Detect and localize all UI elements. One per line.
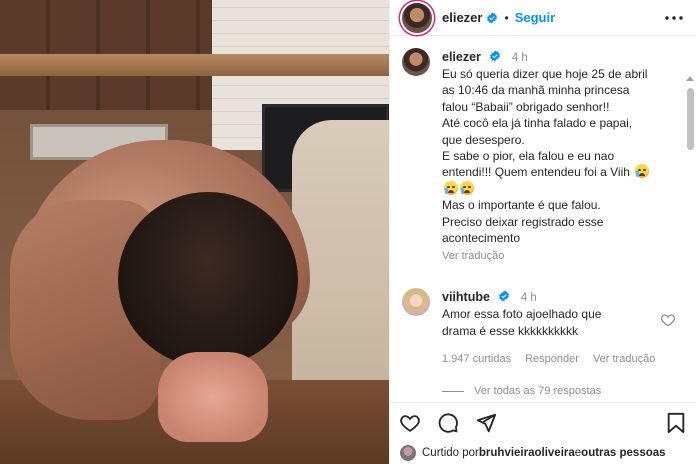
caption-line: que desespero. [442,132,525,147]
author-avatar[interactable] [402,2,432,33]
clasped-hands [158,352,268,442]
caption-line: Eu só queria dizer que hoje 25 de abril [442,67,648,81]
comments-area[interactable]: eliezer 4 h Eu só queria dizer que hoje … [390,36,696,402]
caption-time[interactable]: 4 h [512,52,528,64]
bookmark-icon [667,412,685,433]
view-replies[interactable]: Ver todas as 79 respostas [442,385,682,397]
follow-button[interactable]: Seguir [515,10,555,25]
scrollbar-thumb[interactable] [687,88,694,150]
comment-item: viihtube 4 h Amor essa foto ajoelhado qu… [402,288,682,365]
action-bar [390,402,696,442]
header-separator: • [504,10,509,25]
comment-translate-link[interactable]: Ver tradução [593,353,655,365]
caption-line: Até cocô ela já tinha falado e papai, [442,116,633,131]
comment-time[interactable]: 4 h [521,292,537,304]
caption-line: falou “Babaii” obrigado senhor!! [442,99,610,114]
caption-line-with-emoji: entendi!!! Quem entendeu foi a Viih [442,164,682,180]
commenter-username[interactable]: viihtube [442,290,490,304]
man-head [118,192,298,367]
other-likers-link[interactable]: outras pessoas [581,447,665,459]
verified-badge-icon [490,50,501,62]
caption-line: as 10:46 da manhã minha princesa [442,83,630,98]
share-button[interactable] [474,411,498,435]
comment-button[interactable] [436,411,460,435]
emoji-line [442,180,682,197]
instagram-post: eliezer • Seguir eliezer 4 h Eu só queri… [0,0,696,464]
comment-bubble-icon [438,412,458,433]
wooden-shelf [0,54,389,76]
liked-by-prefix: Curtido por [422,447,479,459]
liker-username[interactable]: bruhvieiraoliveira [479,447,575,459]
caption-line: Mas o importante é que falou. [442,198,601,213]
caption-line: E sabe o pior, ela falou e eu nao [442,149,615,164]
verified-badge-icon [499,290,510,302]
post-photo[interactable] [0,0,389,464]
reply-button[interactable]: Responder [525,353,579,365]
author-username[interactable]: eliezer [442,10,482,25]
send-icon [476,413,497,432]
comment-likes[interactable]: 1.947 curtidas [442,353,511,365]
comment-meta: 1.947 curtidas Responder Ver tradução [442,353,682,365]
crying-face-icon [460,180,474,195]
heart-icon [400,414,420,432]
scroll-up-arrow[interactable] [686,76,694,81]
comment-like-heart-icon[interactable] [660,312,676,328]
replies-divider [442,390,464,392]
crying-face-icon [635,164,650,179]
verified-badge-icon [487,12,498,23]
liked-by: Curtido por bruhvieiraoliveira e outras … [390,442,696,464]
post-caption: eliezer 4 h Eu só queria dizer que hoje … [402,48,682,262]
post-sidebar: eliezer • Seguir eliezer 4 h Eu só queri… [389,0,696,464]
post-header: eliezer • Seguir [390,0,696,36]
caption-line: entendi!!! Quem entendeu foi a Viih [442,165,630,180]
caption-username[interactable]: eliezer [442,50,481,64]
caption-line: Preciso deixar registrado esse [442,214,604,229]
caption-line: acontecimento [442,231,521,246]
caption-translate-link[interactable]: Ver tradução [442,250,682,262]
commenter-avatar[interactable] [402,288,430,317]
more-options-icon[interactable] [662,8,686,28]
view-replies-label[interactable]: Ver todas as 79 respostas [474,385,601,397]
comment-line: drama é esse kkkkkkkkkk [442,323,579,338]
caption-avatar[interactable] [402,48,430,76]
save-button[interactable] [664,411,688,435]
crying-face-icon [444,180,458,195]
liker-avatar[interactable] [400,445,416,461]
comment-line: Amor essa foto ajoelhado que [442,307,602,322]
like-button[interactable] [398,411,422,435]
